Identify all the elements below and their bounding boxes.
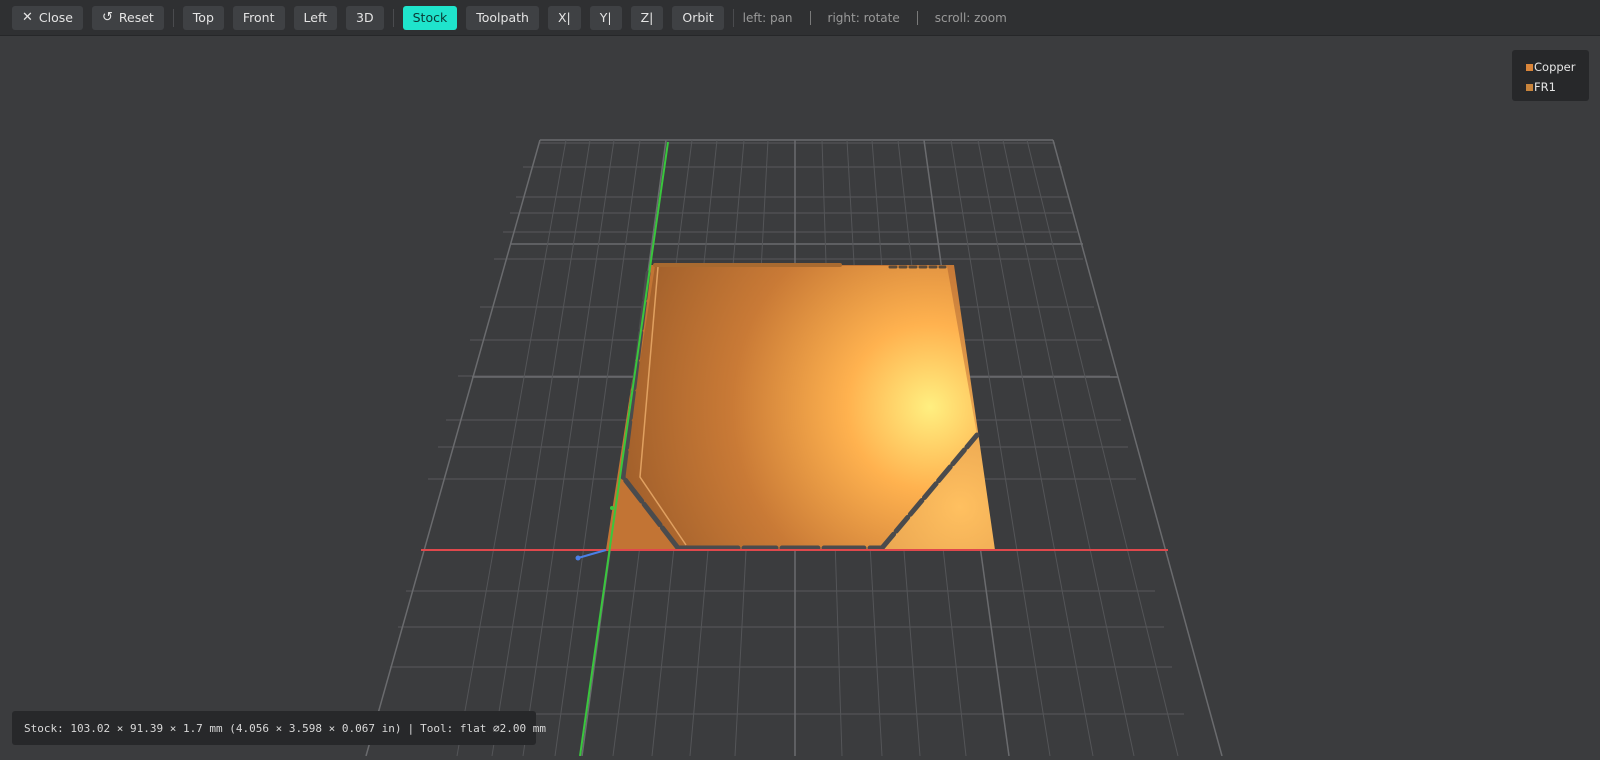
- axis-y-button[interactable]: Y|: [589, 5, 622, 30]
- stock-dimensions: Stock: 103.02 × 91.39 × 1.7 mm (4.056 × …: [24, 721, 402, 735]
- hint-divider: [916, 10, 918, 25]
- reset-label: Reset: [118, 10, 154, 25]
- axis-x-button[interactable]: X|: [547, 5, 581, 30]
- 3d-viewport[interactable]: [0, 37, 1600, 757]
- toolbar-divider: [172, 8, 174, 27]
- legend-item-copper[interactable]: Copper: [1526, 57, 1589, 77]
- status-divider: |: [407, 721, 415, 735]
- view-left-button[interactable]: Left: [293, 5, 338, 30]
- layer-legend: Copper FR1: [1512, 50, 1589, 101]
- view-front-button[interactable]: Front: [232, 5, 285, 30]
- toolbar-divider: [392, 8, 394, 27]
- stock-toggle-button[interactable]: Stock: [402, 5, 458, 30]
- toolbar: ✕ Close ↺ Reset Top Front Left 3D Stock …: [0, 0, 1600, 36]
- hint-zoom: scroll: zoom: [934, 10, 1007, 25]
- toolbar-divider: [732, 8, 734, 27]
- hint-pan: left: pan: [742, 10, 793, 25]
- origin-marker: [610, 506, 614, 510]
- close-icon: ✕: [22, 10, 33, 25]
- scene-canvas[interactable]: [0, 37, 1600, 757]
- hint-rotate: right: rotate: [827, 10, 900, 25]
- hint-divider: [809, 10, 811, 25]
- fr1-swatch: [1526, 83, 1533, 91]
- close-button[interactable]: ✕ Close: [12, 5, 83, 30]
- z-axis-tip: [575, 555, 581, 561]
- toolpath-toggle-button[interactable]: Toolpath: [466, 5, 539, 30]
- view-3d-button[interactable]: 3D: [346, 5, 384, 30]
- reset-button[interactable]: ↺ Reset: [91, 5, 164, 30]
- z-axis-line: [577, 549, 607, 559]
- close-label: Close: [38, 10, 73, 25]
- status-bar: Stock: 103.02 × 91.39 × 1.7 mm (4.056 × …: [12, 711, 546, 745]
- legend-label: FR1: [1534, 80, 1556, 94]
- orbit-button[interactable]: Orbit: [672, 5, 724, 30]
- legend-label: Copper: [1534, 60, 1576, 74]
- reset-icon: ↺: [101, 10, 113, 25]
- legend-item-fr1[interactable]: FR1: [1526, 77, 1589, 97]
- tool-info: Tool: flat ⌀2.00 mm: [420, 721, 546, 735]
- axis-z-button[interactable]: Z|: [630, 5, 664, 30]
- view-top-button[interactable]: Top: [182, 5, 224, 30]
- copper-swatch: [1526, 63, 1533, 71]
